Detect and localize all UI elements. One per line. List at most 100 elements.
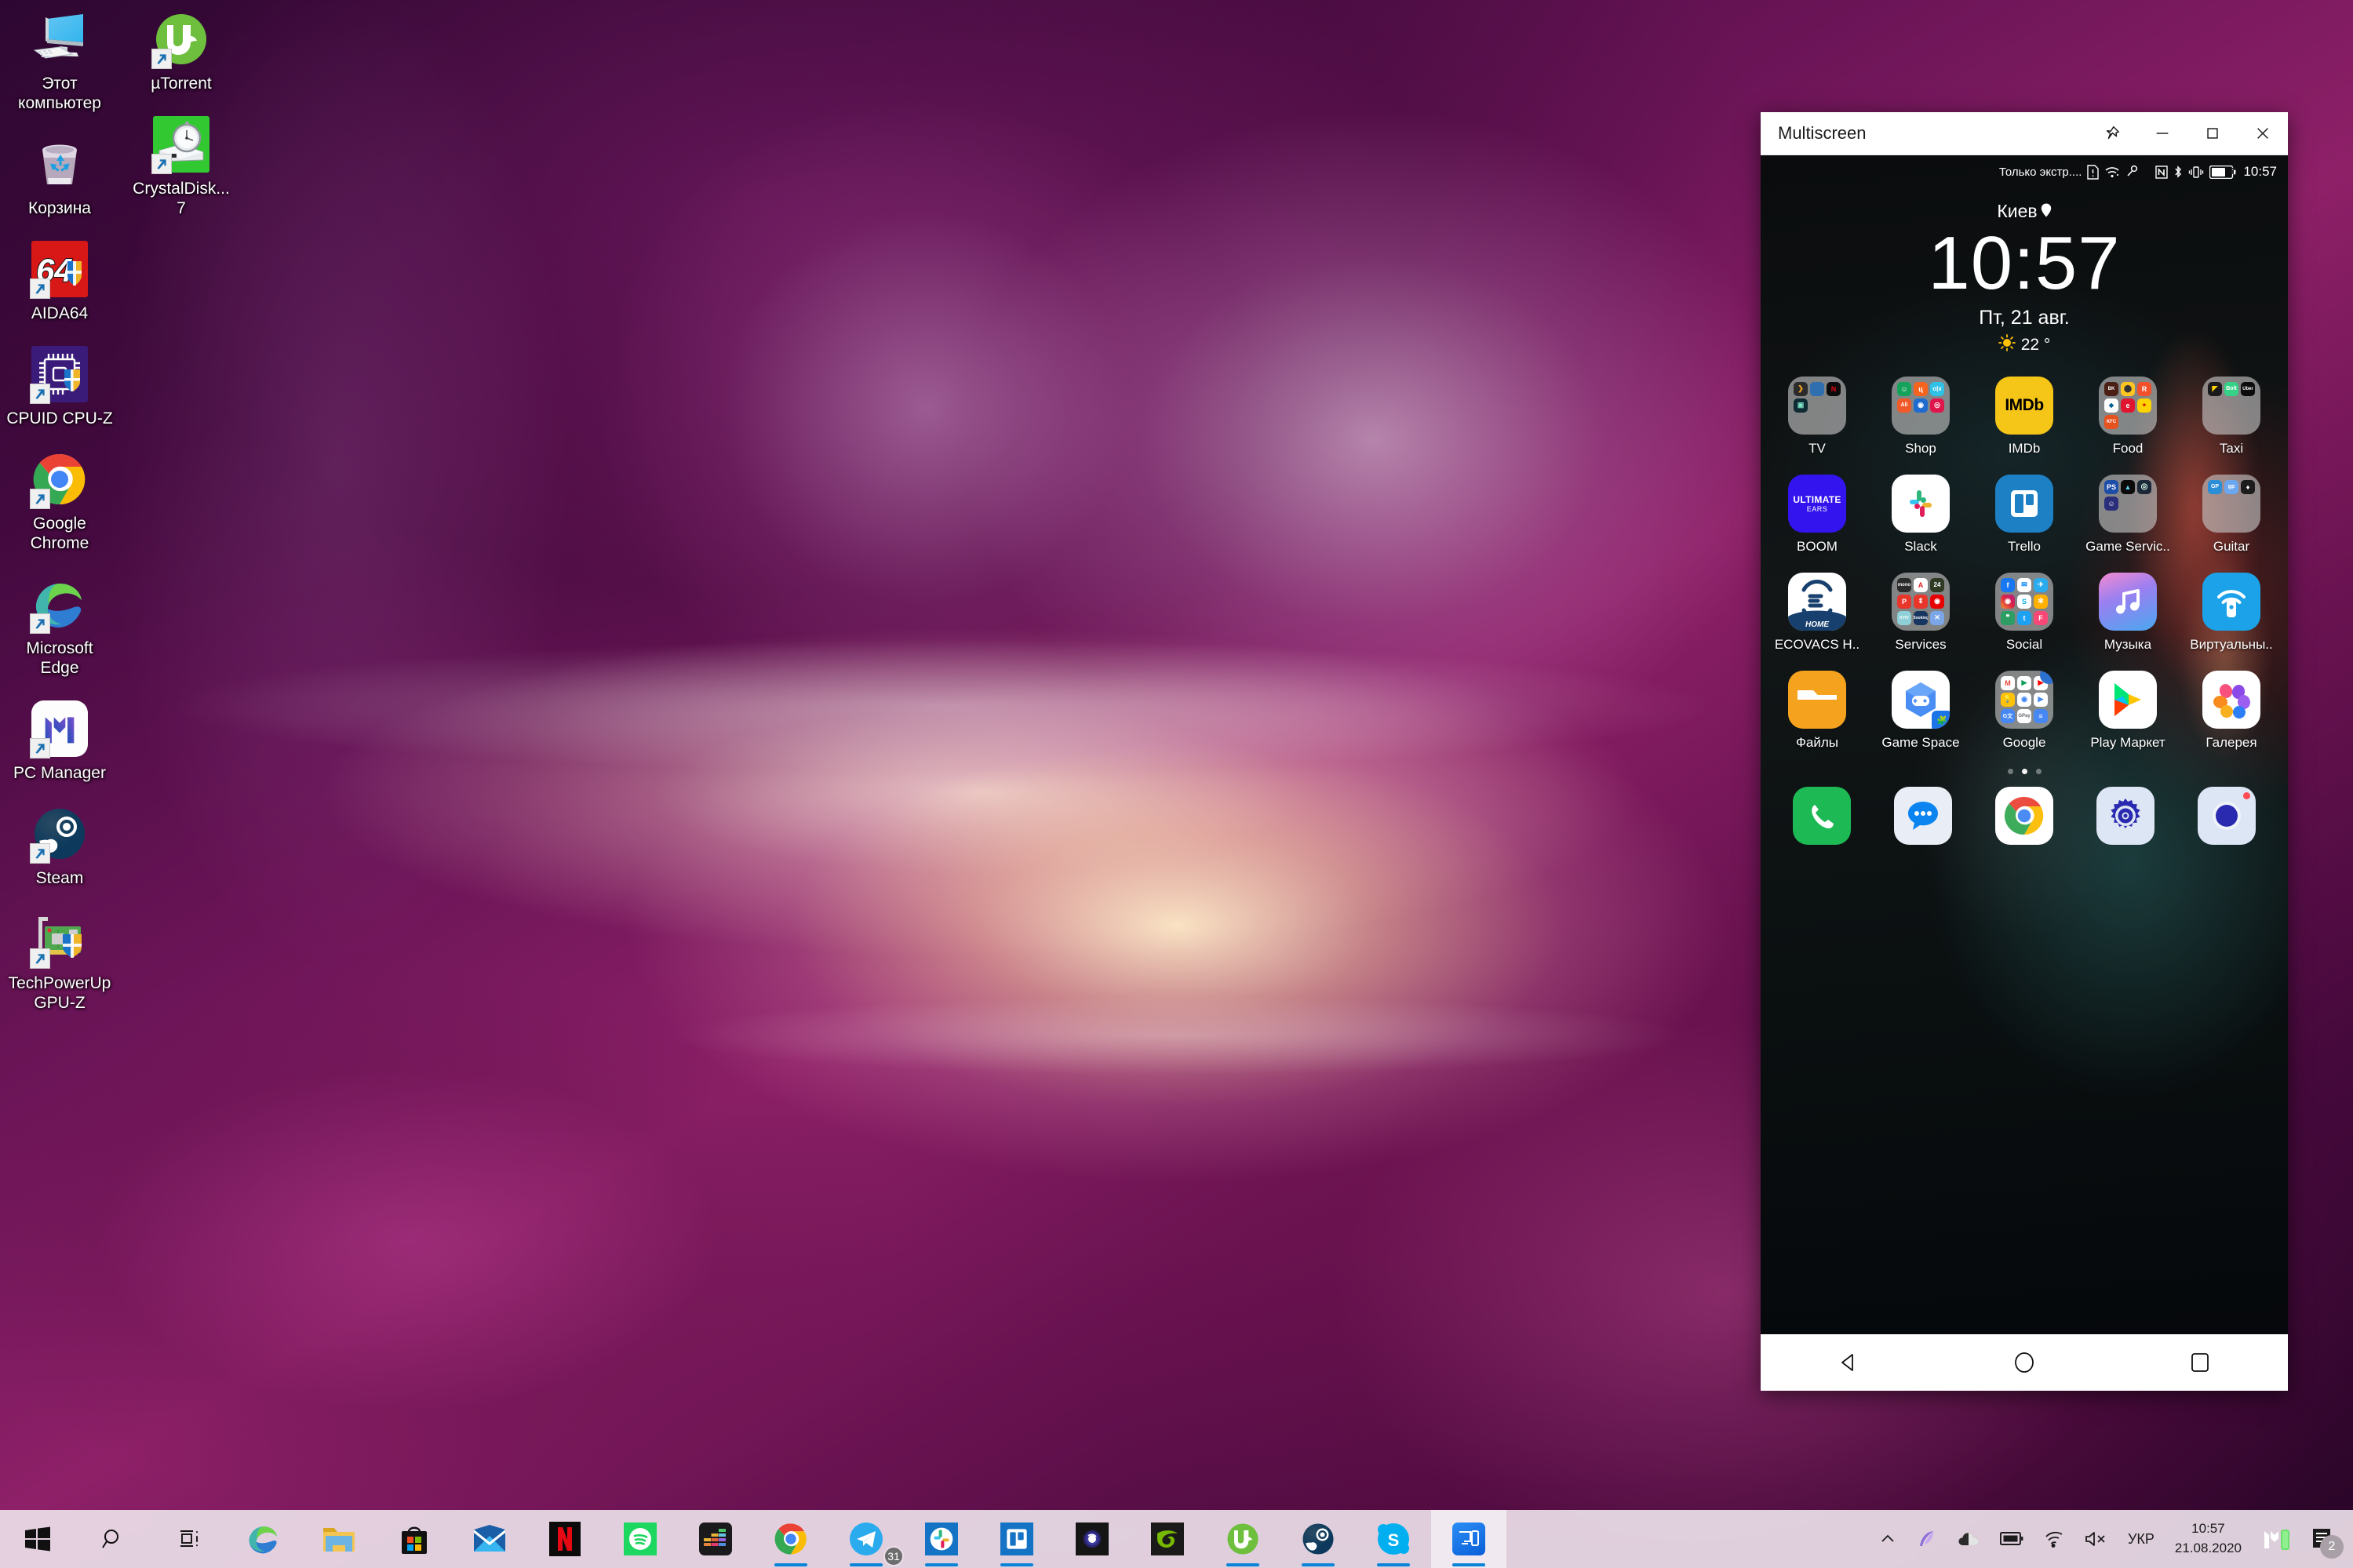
volume-muted-icon[interactable]: [2074, 1510, 2117, 1568]
feather-icon[interactable]: [1907, 1510, 1947, 1568]
multiscreen-window[interactable]: Multiscreen Только экстр.... 67 10:57 Ки…: [1761, 112, 2288, 1391]
taskbar-deezer[interactable]: [678, 1510, 753, 1568]
telegram-icon: [849, 1522, 883, 1556]
page-dot-active[interactable]: [2021, 768, 2027, 774]
shortcut-overlay-icon: [30, 384, 50, 404]
app-trello[interactable]: Trello: [1980, 474, 2068, 555]
desktop-icon-gpuz[interactable]: TechPowerUp GPU-Z: [0, 909, 119, 1013]
taskbar-netflix[interactable]: [527, 1510, 603, 1568]
taskbar-skype[interactable]: S: [1356, 1510, 1431, 1568]
notification-count-badge: 2: [2320, 1535, 2344, 1559]
maximize-icon[interactable]: [2187, 112, 2238, 155]
settings-icon[interactable]: [2096, 786, 2154, 845]
gallery-icon: [2202, 670, 2260, 729]
close-icon[interactable]: [2238, 112, 2288, 155]
language-indicator[interactable]: УКР: [2117, 1531, 2165, 1548]
taskbar-chrome[interactable]: [753, 1510, 829, 1568]
clock-weather-widget[interactable]: Киев 10:57 Пт, 21 авг. 22 °: [1761, 201, 2288, 356]
windows-taskbar[interactable]: 31 S УКР 10:57 21.08.2020 2: [0, 1510, 2353, 1568]
search-button[interactable]: [75, 1510, 151, 1568]
app-folder-game-services[interactable]: PS ▲ ◎ ☺ Game Servic..: [2084, 474, 2172, 555]
app-gallery[interactable]: Галерея: [2187, 670, 2275, 751]
app-game-space[interactable]: 🧩 Game Space: [1877, 670, 1965, 751]
gpuz-icon: [30, 909, 89, 969]
phone-mirror-screen[interactable]: Только экстр.... 67 10:57 Киев 10:57 Пт,…: [1761, 155, 2288, 1391]
app-folder-taxi[interactable]: ◤ Bolt Uber Taxi: [2187, 376, 2275, 457]
taskbar-aimp[interactable]: [1054, 1510, 1130, 1568]
app-ecovacs-home[interactable]: HOME ECOVACS H..: [1773, 572, 1861, 653]
start-button[interactable]: [0, 1510, 75, 1568]
desktop-icon-microsoft-edge[interactable]: Microsoft Edge: [0, 574, 119, 678]
cpuz-icon: [30, 344, 89, 404]
multiscreen-titlebar[interactable]: Multiscreen: [1761, 112, 2288, 155]
network-icon[interactable]: [2034, 1510, 2074, 1568]
app-folder-google[interactable]: M ▶ ▶ 💡 ◉ ▶ G文 GPay ≡ Google: [1980, 670, 2068, 751]
task-view-icon: [171, 1522, 206, 1556]
taskbar-file-explorer[interactable]: [301, 1510, 377, 1568]
desktop-icon-utorrent[interactable]: µTorrent: [122, 9, 241, 93]
desktop-icon-steam[interactable]: Steam: [0, 804, 119, 888]
pin-icon[interactable]: [2087, 112, 2137, 155]
taskbar-spotify[interactable]: [603, 1510, 678, 1568]
app-slack[interactable]: Slack: [1877, 474, 1965, 555]
desktop-icon-cpuz[interactable]: CPUID CPU-Z: [0, 344, 119, 428]
chrome-icon[interactable]: [1994, 786, 2053, 845]
battery-percent-label: 67: [2228, 166, 2239, 176]
camera-icon[interactable]: [2197, 786, 2256, 845]
page-dot[interactable]: [2035, 768, 2042, 774]
app-play-store[interactable]: Play Маркет: [2084, 670, 2172, 751]
desktop-icon-recycle-bin[interactable]: Корзина: [0, 134, 119, 218]
steam-icon: [1301, 1522, 1335, 1556]
messages-icon[interactable]: [1894, 786, 1953, 845]
app-label: Файлы: [1795, 734, 1838, 750]
taskbar-trello[interactable]: [979, 1510, 1054, 1568]
onedrive-icon[interactable]: [1947, 1510, 1990, 1568]
app-files[interactable]: Файлы: [1773, 670, 1861, 751]
task-view-button[interactable]: [151, 1510, 226, 1568]
edge-icon: [246, 1522, 281, 1556]
taskbar-microsoft-store[interactable]: [377, 1510, 452, 1568]
taskbar-multiscreen[interactable]: [1431, 1510, 1506, 1568]
app-label: Guitar: [2213, 538, 2250, 554]
taskbar-slack[interactable]: [904, 1510, 979, 1568]
window-title: Multiscreen: [1778, 123, 1867, 143]
app-virtual-remote[interactable]: Виртуальны..: [2187, 572, 2275, 653]
recents-button[interactable]: [2165, 1352, 2235, 1373]
taskbar-edge[interactable]: [226, 1510, 301, 1568]
desktop-icon-pc-manager[interactable]: PC Manager: [0, 699, 119, 783]
action-center-icon[interactable]: 2: [2303, 1510, 2348, 1568]
desktop-icon-this-pc[interactable]: Этот компьютер: [0, 9, 119, 113]
page-dot[interactable]: [2007, 768, 2013, 774]
taskbar-clock[interactable]: 10:57 21.08.2020: [2165, 1519, 2251, 1558]
app-label: Game Servic..: [2085, 538, 2170, 554]
pc-manager-tray-icon[interactable]: [2251, 1510, 2303, 1568]
taskbar-telegram[interactable]: 31: [829, 1510, 904, 1568]
utorrent-icon: [1226, 1522, 1260, 1556]
app-folder-shop[interactable]: ☺ ц o|x Ali ◉ ◎ Shop: [1877, 376, 1965, 457]
desktop-icon-crystaldiskmark[interactable]: CrystalDisk... 7: [122, 115, 241, 218]
chevron-up-icon[interactable]: [1869, 1510, 1907, 1568]
app-folder-services[interactable]: mono A 24 P ⇕ ◉ KYIV Booking ✕ Services: [1877, 572, 1965, 653]
folder-tile: ☺ ц o|x Ali ◉ ◎: [1892, 376, 1950, 435]
app-folder-food[interactable]: BK ⬤ R ◆ e ★ KFC Food: [2084, 376, 2172, 457]
phone-dialer-icon[interactable]: [1793, 786, 1852, 845]
app-folder-social[interactable]: f ✉ ✈ ◉ S ✼ ❞ t F Social: [1980, 572, 2068, 653]
app-label: Музыка: [2103, 636, 2152, 652]
app-folder-tv[interactable]: ❯ N ▣ TV: [1773, 376, 1861, 457]
app-folder-guitar[interactable]: GP gp ♦ Guitar: [2187, 474, 2275, 555]
taskbar-nvidia[interactable]: [1130, 1510, 1205, 1568]
desktop-icon-aida64[interactable]: 64 AIDA64: [0, 239, 119, 323]
minimize-icon[interactable]: [2137, 112, 2187, 155]
taskbar-steam[interactable]: [1280, 1510, 1356, 1568]
app-label: Trello: [2008, 538, 2041, 554]
utorrent-icon: [151, 9, 211, 69]
battery-icon[interactable]: [1990, 1510, 2034, 1568]
taskbar-mail[interactable]: [452, 1510, 527, 1568]
app-imdb[interactable]: IMDb IMDb: [1980, 376, 2068, 457]
home-button[interactable]: [1989, 1351, 2060, 1374]
taskbar-utorrent[interactable]: [1205, 1510, 1280, 1568]
back-button[interactable]: [1813, 1352, 1884, 1373]
desktop-icon-google-chrome[interactable]: Google Chrome: [0, 449, 119, 553]
app-music[interactable]: Музыка: [2084, 572, 2172, 653]
app-boom[interactable]: ULTIMATE EARS BOOM: [1773, 474, 1861, 555]
